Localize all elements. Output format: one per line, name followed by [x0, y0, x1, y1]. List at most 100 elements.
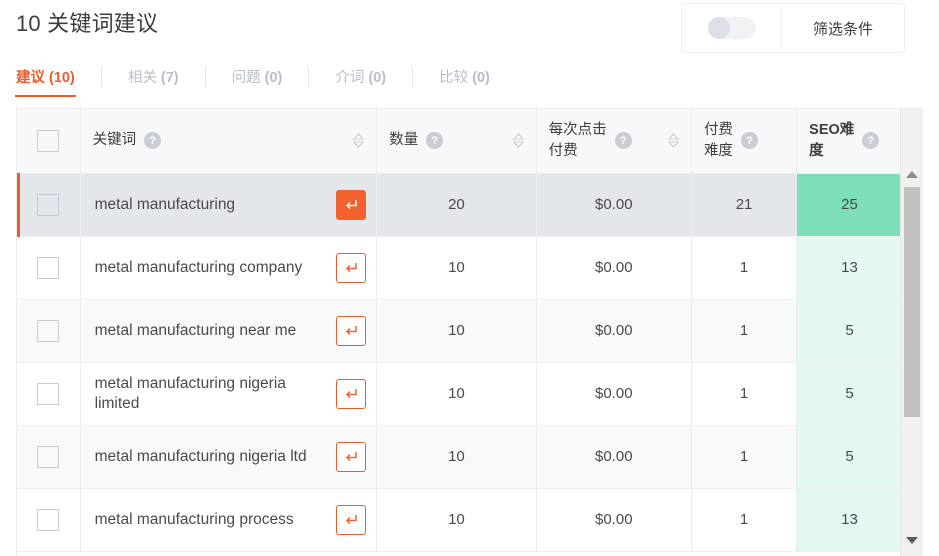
tab-questions-count: (0): [264, 70, 283, 86]
keyword-text: metal manufacturing nigeria ltd: [94, 447, 307, 465]
volume-cell: 10: [376, 488, 537, 552]
tab-bar: 建议 (10) 相关 (7) 问题 (0) 介词 (0) 比较 (0): [15, 66, 923, 102]
column-header-volume[interactable]: 数量 ?: [376, 109, 537, 174]
tab-prepositions[interactable]: 介词 (0): [335, 66, 386, 97]
column-header-paid-difficulty-line2: 难度: [703, 142, 733, 159]
row-select-cell[interactable]: [17, 172, 81, 237]
row-select-cell[interactable]: [17, 488, 81, 552]
table-row[interactable]: metal manufacturing nigeria ltd 10 $0.00…: [17, 425, 922, 489]
table-row[interactable]: metal manufacturing company 10 $0.00 1 1…: [17, 236, 922, 300]
row-checkbox[interactable]: [37, 319, 60, 342]
seo-difficulty-cell: 13: [796, 488, 902, 552]
column-header-keyword-label: 关键词: [92, 132, 137, 149]
arrow-redirect-icon[interactable]: [336, 441, 367, 472]
arrow-redirect-icon[interactable]: [336, 504, 367, 535]
tab-questions[interactable]: 问题 (0): [232, 66, 283, 97]
volume-cell: 10: [376, 236, 537, 300]
row-select-cell[interactable]: [17, 299, 81, 363]
column-header-cpc[interactable]: 每次点击 付费 ?: [536, 109, 692, 174]
help-icon[interactable]: ?: [740, 132, 758, 150]
keyword-table: 关键词 ? 数量 ? 每次点击 付费 ? 付费 难度 ? SEO难 度 ? me…: [17, 109, 922, 552]
row-select-cell[interactable]: [17, 236, 81, 300]
seo-difficulty-cell: 5: [796, 425, 902, 489]
column-header-keyword[interactable]: 关键词 ?: [80, 109, 378, 174]
column-header-paid-difficulty[interactable]: 付费 难度 ?: [691, 109, 798, 174]
paid-difficulty-cell: 1: [691, 236, 798, 300]
help-icon[interactable]: ?: [426, 132, 444, 150]
arrow-redirect-icon[interactable]: [336, 378, 367, 409]
sort-cpc-icon[interactable]: [667, 133, 679, 149]
toggle-knob: [707, 17, 730, 39]
tab-suggestions-count: (10): [49, 70, 75, 86]
scroll-down-icon[interactable]: [901, 531, 922, 549]
keyword-cell: metal manufacturing nigeria limited: [80, 362, 378, 426]
table-scrollbar[interactable]: [900, 109, 922, 556]
filter-button[interactable]: 筛选条件: [782, 4, 904, 52]
tab-comparisons-count: (0): [472, 70, 490, 86]
table-row[interactable]: metal manufacturing process 10 $0.00 1 1…: [17, 488, 922, 552]
tab-related-count: (7): [160, 70, 179, 86]
table-row[interactable]: metal manufacturing 20 $0.00 21 25: [17, 172, 922, 237]
tab-suggestions[interactable]: 建议 (10): [15, 66, 76, 97]
keyword-cell: metal manufacturing: [80, 173, 378, 237]
row-select-cell[interactable]: [17, 362, 81, 426]
row-checkbox[interactable]: [37, 256, 60, 279]
tab-prepositions-count: (0): [368, 70, 387, 86]
sort-volume-icon[interactable]: [512, 133, 524, 149]
tab-comparisons[interactable]: 比较 (0): [439, 66, 490, 97]
tab-related[interactable]: 相关 (7): [128, 66, 179, 97]
row-checkbox[interactable]: [37, 445, 60, 468]
tab-prepositions-label: 介词: [335, 70, 365, 86]
arrow-redirect-icon[interactable]: [336, 315, 367, 346]
help-icon[interactable]: ?: [144, 132, 162, 150]
table-row[interactable]: metal manufacturing near me 10 $0.00 1 5: [17, 299, 922, 363]
cpc-cell: $0.00: [536, 425, 692, 489]
tab-divider: [412, 67, 414, 87]
row-checkbox[interactable]: [37, 382, 60, 405]
row-select-cell[interactable]: [17, 425, 81, 489]
keyword-cell: metal manufacturing process: [80, 488, 378, 552]
scrollbar-thumb[interactable]: [904, 187, 920, 417]
column-header-seo-difficulty-line2: 度: [809, 142, 824, 159]
volume-cell: 20: [376, 173, 537, 237]
keyword-cell: metal manufacturing near me: [80, 299, 378, 363]
help-icon[interactable]: ?: [862, 132, 880, 150]
cpc-cell: $0.00: [536, 362, 692, 426]
results-toggle[interactable]: [707, 17, 756, 39]
keyword-text: metal manufacturing process: [94, 510, 294, 528]
column-header-cpc-line2: 付费: [548, 142, 578, 159]
paid-difficulty-cell: 1: [691, 425, 798, 489]
paid-difficulty-cell: 21: [691, 173, 798, 237]
paid-difficulty-cell: 1: [691, 299, 798, 363]
arrow-redirect-icon[interactable]: [336, 189, 367, 220]
row-checkbox[interactable]: [37, 508, 60, 531]
column-header-cpc-label: 每次点击 付费: [549, 120, 607, 162]
arrow-redirect-icon[interactable]: [336, 252, 367, 283]
seo-difficulty-cell: 13: [796, 236, 902, 300]
results-toggle-cell[interactable]: [682, 4, 782, 52]
help-icon[interactable]: ?: [614, 132, 632, 150]
column-header-seo-difficulty[interactable]: SEO难 度 ?: [796, 109, 902, 174]
paid-difficulty-cell: 1: [691, 488, 798, 552]
column-header-paid-difficulty-label: 付费 难度: [704, 120, 733, 162]
tab-comparisons-label: 比较: [439, 70, 469, 86]
column-header-volume-label: 数量: [389, 132, 419, 149]
column-header-seo-difficulty-label: SEO难 度: [809, 120, 854, 162]
volume-cell: 10: [376, 299, 537, 363]
seo-difficulty-cell: 5: [796, 299, 902, 363]
column-header-cpc-line1: 每次点击: [548, 121, 607, 138]
keyword-text: metal manufacturing: [94, 195, 236, 213]
cpc-cell: $0.00: [536, 236, 692, 300]
scroll-up-icon[interactable]: [901, 165, 922, 183]
select-all-header[interactable]: [17, 109, 81, 174]
paid-difficulty-cell: 1: [691, 362, 798, 426]
select-all-checkbox[interactable]: [37, 129, 60, 152]
keyword-cell: metal manufacturing company: [80, 236, 378, 300]
sort-keyword-icon[interactable]: [353, 133, 365, 149]
tab-suggestions-label: 建议: [16, 70, 45, 86]
header-controls: 筛选条件: [681, 3, 905, 53]
row-checkbox[interactable]: [37, 193, 60, 216]
volume-cell: 10: [376, 362, 537, 426]
table-row[interactable]: metal manufacturing nigeria limited 10 $…: [17, 362, 922, 426]
cpc-cell: $0.00: [536, 488, 692, 552]
